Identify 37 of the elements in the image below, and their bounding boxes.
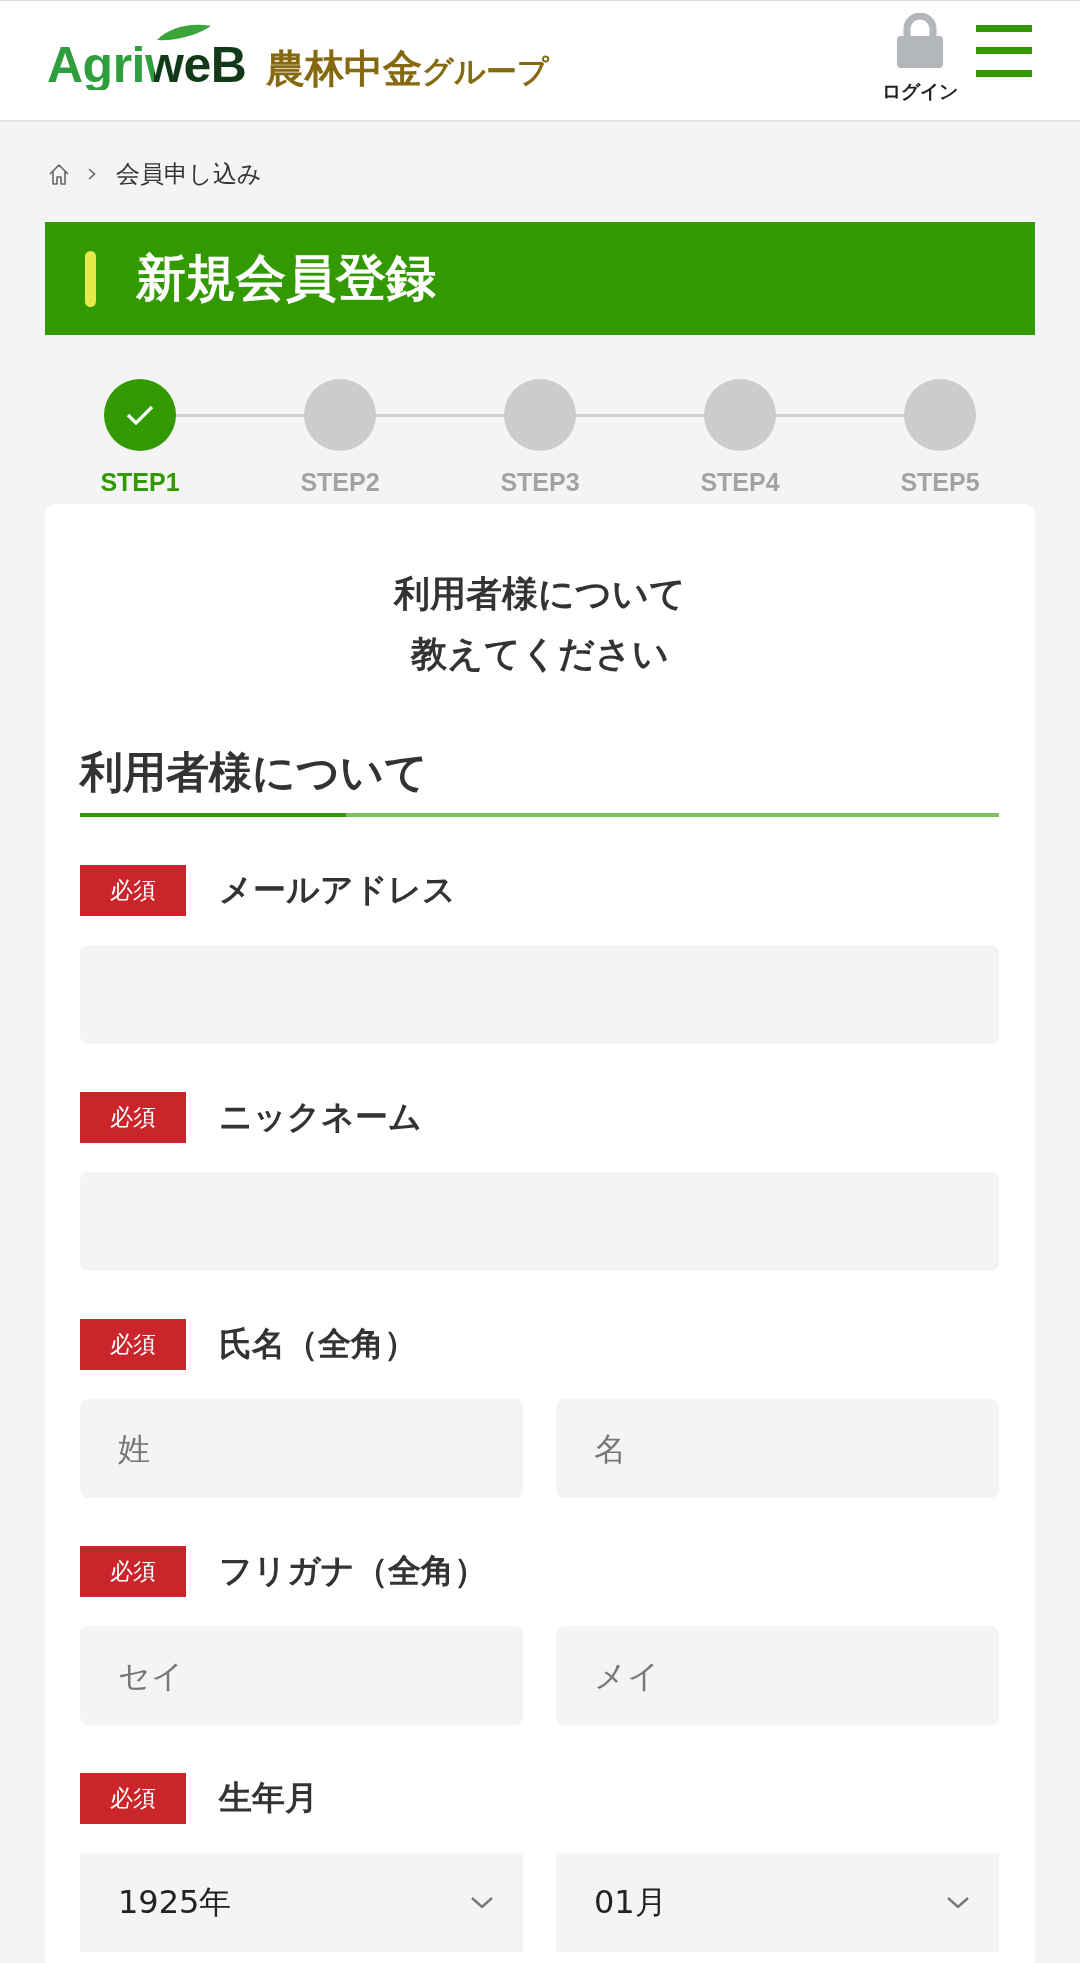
field-label: メールアドレス: [219, 869, 456, 911]
step-label: STEP2: [300, 467, 380, 497]
select-field[interactable]: 01月: [556, 1853, 999, 1952]
step-label: STEP4: [700, 467, 780, 497]
group-suffix: グループ: [422, 55, 550, 87]
intro-heading: 教えてください: [409, 632, 670, 676]
intro-heading: 利用者様について: [392, 572, 687, 616]
section-heading: 利用者様について: [80, 746, 429, 799]
input-field[interactable]: メイ: [556, 1626, 999, 1725]
field-label: 生年月: [219, 1777, 318, 1819]
login-button[interactable]: ログイン: [882, 12, 958, 105]
select-field[interactable]: 1925年: [80, 1853, 523, 1952]
page-title: 新規会員登録: [136, 248, 436, 309]
required-tag: 必須: [80, 1773, 186, 1824]
input-field[interactable]: 姓: [80, 1399, 523, 1498]
field-label: フリガナ（全角）: [219, 1550, 487, 1592]
step-label: STEP3: [500, 467, 580, 497]
home-icon[interactable]: [48, 163, 70, 185]
input-field[interactable]: セイ: [80, 1626, 523, 1725]
field-label: 氏名（全角）: [219, 1323, 417, 1365]
leaf-icon: [157, 23, 211, 41]
accent-bar-icon: [85, 250, 96, 307]
chevron-right-icon: [88, 168, 96, 180]
chevron-down-icon: [470, 1896, 494, 1909]
step-label: STEP5: [900, 467, 980, 497]
chevron-down-icon: [946, 1896, 970, 1909]
step-label: STEP1: [100, 467, 180, 497]
lock-icon: [897, 12, 943, 68]
required-tag: 必須: [80, 1092, 186, 1143]
required-tag: 必須: [80, 865, 186, 916]
menu-icon[interactable]: [976, 24, 1032, 77]
required-tag: 必須: [80, 1546, 186, 1597]
field-label: ニックネーム: [219, 1096, 422, 1138]
input-field[interactable]: 名: [556, 1399, 999, 1498]
required-tag: 必須: [80, 1319, 186, 1370]
breadcrumb-item: 会員申し込み: [116, 159, 262, 190]
group-name: 農林中金: [266, 48, 423, 88]
